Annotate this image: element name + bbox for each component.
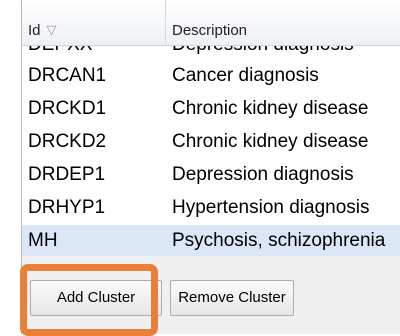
remove-cluster-button[interactable]: Remove Cluster <box>170 280 294 316</box>
cell-id: DRCKD2 <box>28 131 107 152</box>
table-row-partial[interactable]: DEPXX Depression diagnosis <box>22 46 400 60</box>
table-row-selected[interactable]: MH Psychosis, schizophrenia <box>22 225 400 256</box>
cell-id: DRHYP1 <box>28 197 106 218</box>
cell-description: Depression diagnosis <box>172 46 354 56</box>
table-row[interactable]: DRCKD2 Chronic kidney disease <box>22 126 400 159</box>
cell-description: Chronic kidney disease <box>172 131 369 152</box>
cluster-table: Id ▽ Description DEPXX Depression diagnos… <box>22 0 400 256</box>
cell-id: DRCKD1 <box>28 98 107 119</box>
column-header-id[interactable]: Id ▽ <box>22 0 166 45</box>
table-row[interactable]: DRDEP1 Depression diagnosis <box>22 159 400 192</box>
cell-id: MH <box>28 230 58 251</box>
add-cluster-button[interactable]: Add Cluster <box>30 280 162 316</box>
table-row[interactable]: DRCKD1 Chronic kidney disease <box>22 93 400 126</box>
table-row[interactable]: DRCAN1 Cancer diagnosis <box>22 60 400 93</box>
column-header-description[interactable]: Description <box>166 0 400 45</box>
cell-description: Cancer diagnosis <box>172 65 319 86</box>
cell-id: DEPXX <box>28 46 92 56</box>
cell-description: Psychosis, schizophrenia <box>172 230 386 251</box>
cell-description: Chronic kidney disease <box>172 98 369 119</box>
cell-description: Depression diagnosis <box>172 164 354 185</box>
table-header: Id ▽ Description <box>22 0 400 46</box>
cell-id: DRCAN1 <box>28 65 107 86</box>
cell-description: Hypertension diagnosis <box>172 197 370 218</box>
button-bar: Add Cluster Remove Cluster <box>22 256 400 334</box>
column-header-description-label: Description <box>172 22 248 39</box>
column-header-id-label: Id <box>28 22 41 39</box>
sort-descending-icon: ▽ <box>46 22 57 37</box>
table-row[interactable]: DRHYP1 Hypertension diagnosis <box>22 192 400 225</box>
cell-id: DRDEP1 <box>28 164 106 185</box>
